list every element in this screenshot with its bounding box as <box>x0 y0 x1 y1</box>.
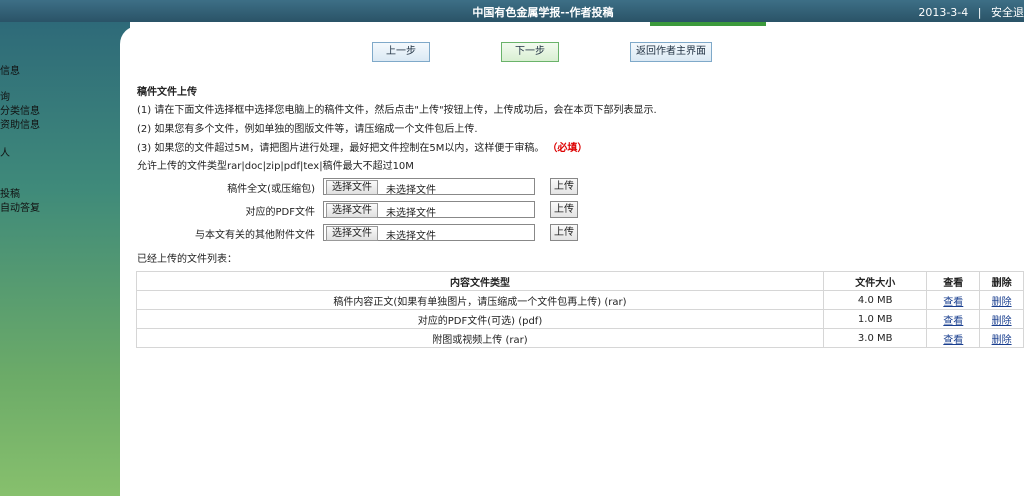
allowed-types-note: 允许上传的文件类型rar|doc|zip|pdf|tex|稿件最大不超过10M <box>137 161 414 172</box>
sidebar-item-submit[interactable]: 投稿 <box>0 185 20 200</box>
pdf-file-label: 对应的PDF文件 <box>245 207 315 218</box>
pdf-file-status: 未选择文件 <box>386 208 436 219</box>
table-row: 对应的PDF文件(可选) (pdf) 1.0 MB 查看 删除 <box>136 309 1024 329</box>
sidebar: 信息 询 分类信息 资助信息 人 投稿 自动答复 <box>0 22 130 496</box>
upload-section-title: 稿件文件上传 <box>137 87 197 98</box>
column-header-delete: 删除 <box>979 271 1024 291</box>
table-header-row: 内容文件类型 文件大小 查看 删除 <box>136 271 1024 291</box>
sidebar-item-query[interactable]: 询 <box>0 88 10 103</box>
sidebar-item-category[interactable]: 分类信息 <box>0 102 40 117</box>
required-note: （必填） <box>552 143 588 154</box>
sidebar-item-person[interactable]: 人 <box>0 144 10 159</box>
sidebar-item-funding[interactable]: 资助信息 <box>0 116 40 131</box>
attachment-file-label: 与本文有关的其他附件文件 <box>195 230 315 241</box>
delete-link[interactable]: 删除 <box>992 335 1012 346</box>
view-link[interactable]: 查看 <box>943 297 963 308</box>
header-date: 2013-3-4 <box>918 6 969 19</box>
back-to-author-home-button[interactable]: 返回作者主界面 <box>630 42 712 62</box>
main-panel <box>120 26 1024 496</box>
table-row: 附图或视频上传 (rar) 3.0 MB 查看 删除 <box>136 328 1024 348</box>
sidebar-item-autoreply[interactable]: 自动答复 <box>0 199 40 214</box>
instruction-3-text: (3) 如果您的文件超过5M，请把图片进行处理，最好把文件控制在5M以内，这样便… <box>137 143 545 154</box>
uploaded-files-table: 内容文件类型 文件大小 查看 删除 稿件内容正文(如果有单独图片，请压缩成一个文… <box>136 271 1024 348</box>
attachment-choose-file-button[interactable]: 选择文件 <box>326 226 378 241</box>
file-type-cell: 稿件内容正文(如果有单独图片，请压缩成一个文件包再上传) (rar) <box>136 290 824 310</box>
prev-step-button[interactable]: 上一步 <box>372 42 430 62</box>
file-type-cell: 附图或视频上传 (rar) <box>136 328 824 348</box>
manuscript-file-label: 稿件全文(或压缩包) <box>227 184 315 195</box>
pdf-file-input[interactable]: 选择文件 未选择文件 <box>323 201 535 219</box>
instruction-2: (2) 如果您有多个文件，例如单独的图版文件等，请压缩成一个文件包后上传. <box>137 124 478 135</box>
view-link[interactable]: 查看 <box>943 335 963 346</box>
sidebar-item-info[interactable]: 信息 <box>0 62 20 77</box>
attachment-file-status: 未选择文件 <box>386 231 436 242</box>
column-header-size: 文件大小 <box>822 271 928 291</box>
delete-link[interactable]: 删除 <box>992 297 1012 308</box>
file-type-cell: 对应的PDF文件(可选) (pdf) <box>136 309 824 329</box>
manuscript-file-status: 未选择文件 <box>386 185 436 196</box>
header-right: 2013-3-4 | 安全退 <box>912 4 1024 20</box>
attachment-upload-button[interactable]: 上传 <box>550 224 578 241</box>
pdf-choose-file-button[interactable]: 选择文件 <box>326 203 378 218</box>
instruction-3: (3) 如果您的文件超过5M，请把图片进行处理，最好把文件控制在5M以内，这样便… <box>137 139 587 154</box>
column-header-view: 查看 <box>926 271 981 291</box>
column-header-type: 内容文件类型 <box>136 271 824 291</box>
pdf-upload-button[interactable]: 上传 <box>550 201 578 218</box>
next-step-button[interactable]: 下一步 <box>501 42 559 62</box>
file-size-cell: 3.0 MB <box>822 328 928 348</box>
header-separator: | <box>977 6 982 19</box>
file-size-cell: 1.0 MB <box>822 309 928 329</box>
table-row: 稿件内容正文(如果有单独图片，请压缩成一个文件包再上传) (rar) 4.0 M… <box>136 290 1024 310</box>
delete-link[interactable]: 删除 <box>992 316 1012 327</box>
instruction-1: (1) 请在下面文件选择框中选择您电脑上的稿件文件，然后点击"上传"按钮上传，上… <box>137 105 657 116</box>
manuscript-file-input[interactable]: 选择文件 未选择文件 <box>323 178 535 196</box>
logout-link[interactable]: 安全退 <box>991 6 1024 19</box>
uploaded-list-title: 已经上传的文件列表： <box>137 254 237 265</box>
page-title: 中国有色金属学报--作者投稿 <box>472 6 614 19</box>
attachment-file-input[interactable]: 选择文件 未选择文件 <box>323 224 535 242</box>
file-size-cell: 4.0 MB <box>822 290 928 310</box>
manuscript-upload-button[interactable]: 上传 <box>550 178 578 195</box>
top-header-bar: 中国有色金属学报--作者投稿 2013-3-4 | 安全退 <box>0 0 1024 22</box>
manuscript-choose-file-button[interactable]: 选择文件 <box>326 180 378 195</box>
view-link[interactable]: 查看 <box>943 316 963 327</box>
